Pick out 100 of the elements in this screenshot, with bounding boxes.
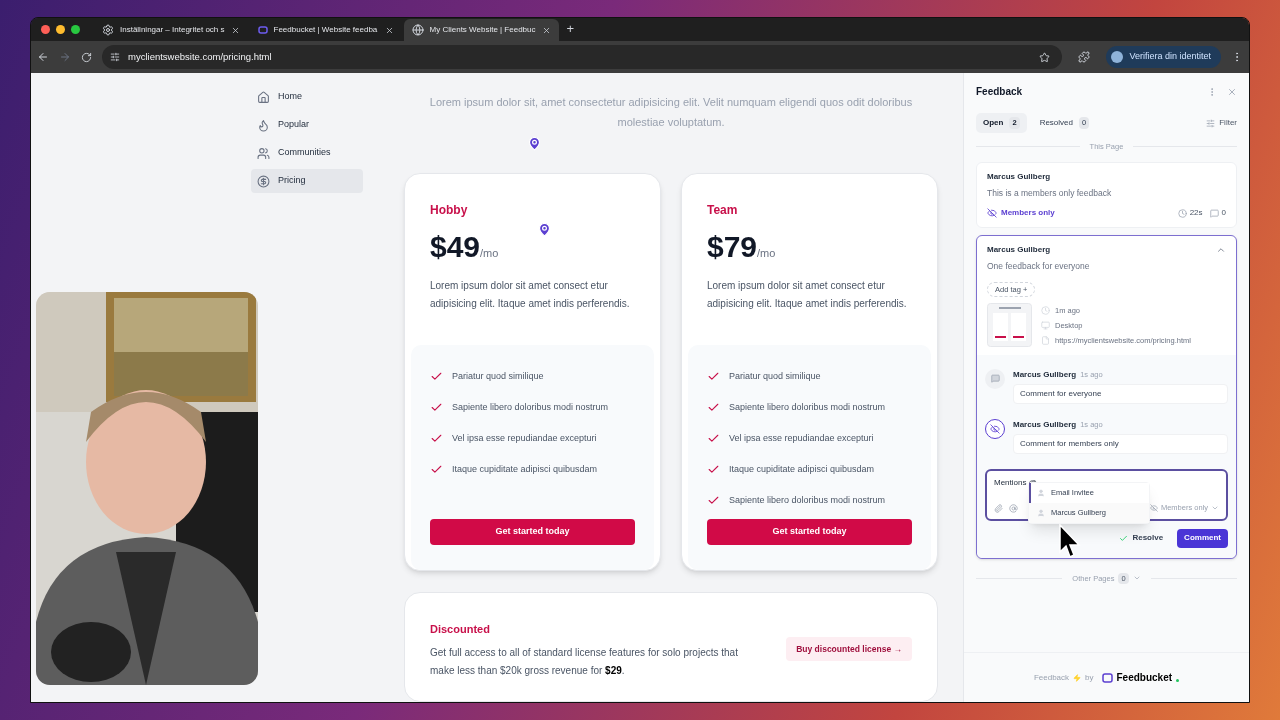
close-window-icon[interactable] [41, 25, 50, 34]
clock-icon [1041, 305, 1050, 315]
home-icon [257, 90, 270, 104]
tab-title: Inställningar – Integritet och s [120, 24, 225, 36]
feature-text: Vel ipsa esse repudiandae excepturi [452, 431, 597, 445]
minimize-window-icon[interactable] [56, 25, 65, 34]
mouse-cursor-icon [1059, 523, 1081, 560]
dot-icon [1176, 679, 1180, 682]
comment-author: Marcus Gullberg [1013, 418, 1077, 431]
check-icon [1119, 533, 1129, 543]
panel-title: Feedback [976, 85, 1023, 99]
plan-price: $49 [430, 229, 481, 265]
plan-name: Hobby [430, 202, 469, 219]
logo-icon [257, 25, 268, 35]
check-icon [707, 432, 720, 445]
dollar-icon [257, 174, 270, 188]
profile-button[interactable]: Verifiera din identitet [1106, 46, 1221, 68]
monitor-icon [1041, 321, 1050, 330]
globe-icon [411, 24, 424, 36]
resolve-button[interactable]: Resolve [1111, 528, 1172, 548]
feedback-card[interactable]: Marcus Gullberg This is a members only feedback Members only 22s 0 [976, 162, 1237, 228]
feature-text: Sapiente libero doloribus modi nostrum [452, 400, 609, 414]
site-settings-icon[interactable] [110, 52, 120, 62]
url-text: myclientswebsite.com/pricing.html [128, 49, 273, 64]
file-icon [1041, 336, 1050, 346]
feature-text: Itaque cupiditate adipisci quibusdam [729, 462, 875, 476]
sidebar-item[interactable]: Pricing [251, 169, 363, 193]
discount-title: Discounted [430, 622, 491, 637]
tab-title: Feedbucket | Website feedba [273, 24, 379, 36]
close-icon[interactable] [384, 25, 394, 35]
comment-author: Marcus Gullberg [1013, 368, 1077, 381]
browser-tab[interactable]: My Clients Website | Feedbuc [403, 19, 559, 41]
maximize-window-icon[interactable] [71, 25, 80, 34]
price-period: /mo [757, 247, 776, 259]
discount-text: Get full access to all of standard license features for solo projects that make less than $20k gross revenue for $29. [430, 645, 739, 678]
comment-icon [1209, 208, 1219, 218]
address-bar[interactable]: myclientswebsite.com/pricing.html [102, 45, 1063, 69]
age-text: 22s [1189, 207, 1203, 219]
hero-subtitle: Lorem ipsum dolor sit, amet consectetur adipisicing elit. Velit numquam eligendi quos odit doloribus molestiae voluptatum. [428, 95, 914, 130]
browser-tab[interactable]: Feedbucket | Website feedba [249, 19, 402, 41]
screenshot-thumbnail [987, 302, 1032, 347]
feedback-text: One feedback for everyone [987, 260, 1091, 273]
logo-icon [1101, 672, 1113, 683]
check-icon [430, 370, 443, 383]
feedback-author: Marcus Gullberg [987, 244, 1051, 256]
comment-button[interactable]: Comment [1177, 528, 1228, 548]
feature-text: Sapiente libero doloribus modi nostrum [729, 400, 886, 414]
comment-count: 0 [1221, 207, 1226, 219]
check-icon [430, 432, 443, 445]
visibility-label: Members only [1001, 207, 1055, 219]
eye-off-icon [987, 208, 997, 218]
new-tab-button[interactable]: + [560, 19, 581, 41]
feature-text: Sapiente libero doloribus modi nostrum [729, 493, 886, 507]
plan-description: Lorem ipsum dolor sit amet consect etur adipisicing elit. Itaque amet indis perferendis. [430, 279, 631, 311]
bookmark-icon[interactable] [1039, 51, 1051, 63]
sidebar-item[interactable]: Popular [251, 113, 363, 137]
plan-name: Team [707, 202, 739, 219]
get-started-button[interactable]: Get started today [430, 519, 635, 545]
filter-icon [1206, 118, 1216, 128]
buy-discounted-button[interactable]: Buy discounted license → [786, 637, 912, 661]
tab-title: My Clients Website | Feedbuc [429, 24, 536, 36]
sidebar-item[interactable]: Home [251, 85, 363, 109]
close-icon[interactable] [541, 25, 551, 35]
eye-off-icon [1149, 504, 1158, 512]
check-icon [707, 494, 720, 507]
reload-icon[interactable] [81, 51, 92, 63]
check-icon [430, 401, 443, 414]
footer-by: by [1085, 671, 1094, 684]
feedback-card[interactable] [976, 235, 1237, 559]
people-icon [257, 146, 270, 160]
get-started-button[interactable]: Get started today [707, 519, 912, 545]
brand-name: Feedbucket [1116, 671, 1173, 685]
browser-tab[interactable]: Inställningar – Integritet och s [94, 19, 248, 41]
feature-text: Itaque cupiditate adipisci quibusdam [452, 462, 598, 476]
price-period: /mo [480, 247, 499, 259]
filter-button[interactable]: Filter [1206, 117, 1237, 129]
plan-description: Lorem ipsum dolor sit amet consect etur adipisicing elit. Itaque amet indis perferendis. [707, 279, 908, 311]
check-icon [707, 370, 720, 383]
chevron-down-icon [1211, 504, 1219, 512]
comment-text: Comment for members only [1013, 433, 1228, 454]
check-icon [430, 463, 443, 476]
flame-icon [257, 118, 270, 132]
clock-icon [1177, 208, 1187, 218]
check-icon [707, 401, 720, 414]
extensions-icon[interactable] [1078, 51, 1091, 63]
sidebar-item[interactable]: Communities [251, 141, 363, 165]
check-icon [707, 463, 720, 476]
gear-icon [102, 24, 114, 36]
footer-text: Feedback [1033, 671, 1070, 684]
feedback-author: Marcus Gullberg [987, 171, 1052, 184]
close-icon[interactable] [230, 25, 240, 35]
pin-icon[interactable] [537, 221, 552, 238]
lightning-icon [1073, 673, 1082, 682]
pin-icon[interactable] [527, 135, 542, 152]
user-icon [1037, 488, 1045, 497]
feature-text: Pariatur quod similique [729, 369, 821, 383]
avatar-icon [1111, 51, 1124, 63]
feature-text: Vel ipsa esse repudiandae excepturi [729, 431, 874, 445]
back-icon[interactable] [37, 51, 49, 63]
plan-price: $79 [707, 229, 758, 265]
